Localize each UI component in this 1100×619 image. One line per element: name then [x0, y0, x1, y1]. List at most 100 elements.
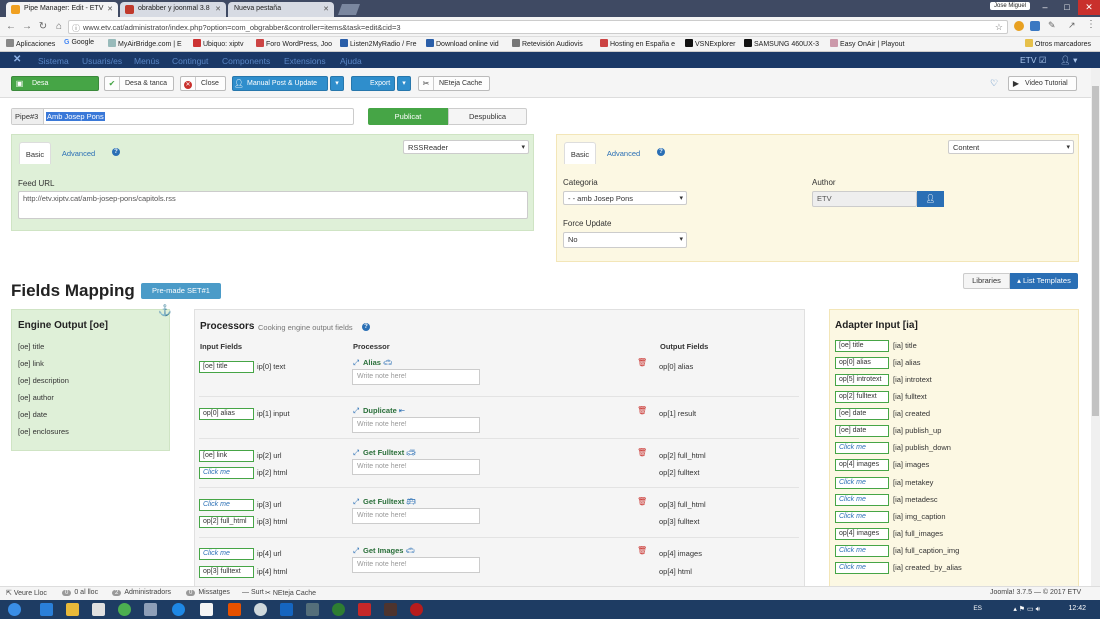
pipe-title-input[interactable]: Amb Josep Pons: [46, 112, 105, 121]
adapter-field-slot[interactable]: Click me: [835, 562, 889, 574]
bookmark-google[interactable]: G Google: [64, 39, 94, 46]
browser-tab-new[interactable]: Nueva pestaña ✕: [228, 2, 334, 17]
save-close-button[interactable]: ✔ Desa & tanca: [104, 76, 174, 91]
page-scrollbar[interactable]: [1091, 68, 1100, 586]
expand-icon[interactable]: ⤢: [353, 497, 359, 506]
bookmark-foro-wordpress[interactable]: Foro WordPress, Joo: [256, 39, 332, 48]
tab-basic[interactable]: Basic: [564, 142, 596, 164]
minimize-icon[interactable]: –: [1034, 0, 1056, 15]
adapter-select[interactable]: Content: [948, 140, 1074, 154]
manual-dropdown-caret[interactable]: ▾: [330, 76, 344, 91]
engine-output-item[interactable]: [oe] date: [18, 410, 47, 419]
processor-name[interactable]: ⤢ Get Fulltext 🚌︎: [353, 497, 416, 507]
bookmark-myairbridge[interactable]: MyAirBridge.com | E: [108, 39, 182, 48]
bookmark-hosting[interactable]: Hosting en España e: [600, 39, 675, 48]
extension-icon[interactable]: ↗: [1068, 20, 1076, 31]
note-input[interactable]: Write note here!: [352, 459, 480, 475]
online-users-link[interactable]: 00 al lloc: [62, 589, 98, 596]
forward-icon[interactable]: →: [20, 20, 34, 34]
folder-icon[interactable]: [66, 603, 79, 616]
expand-icon[interactable]: ⤢: [353, 448, 359, 457]
maximize-icon[interactable]: □: [1056, 0, 1078, 15]
bookmark-retevision[interactable]: Retevisión Audiovis: [512, 39, 583, 48]
adapter-field-slot[interactable]: Click me: [835, 442, 889, 454]
close-window-icon[interactable]: ✕: [1078, 0, 1100, 15]
app-icon[interactable]: [172, 603, 185, 616]
windows-start-icon[interactable]: [8, 603, 21, 616]
bookmark-easy-onair[interactable]: Easy OnAir | Playout: [830, 39, 904, 48]
bookmark-download-online[interactable]: Download online vid: [426, 39, 499, 48]
input-field-slot[interactable]: Click me: [199, 499, 254, 511]
publish-toggle[interactable]: Publicat: [368, 108, 448, 125]
adapter-field-slot[interactable]: op[4] images: [835, 459, 889, 471]
input-field-slot[interactable]: op[2] full_html: [199, 516, 254, 528]
app-icon[interactable]: [306, 603, 319, 616]
tray-icons[interactable]: ▴ ⚑ ▭ 🔊︎: [1013, 605, 1040, 614]
app-icon[interactable]: [410, 603, 423, 616]
bookmark-listen2myradio[interactable]: Listen2MyRadio / Fre: [340, 39, 417, 48]
reload-icon[interactable]: ↻: [36, 20, 50, 34]
app-icon[interactable]: [254, 603, 267, 616]
star-icon[interactable]: ☆: [995, 22, 1003, 33]
heart-icon[interactable]: ♡: [990, 78, 998, 89]
extension-icon[interactable]: [1030, 21, 1040, 31]
menu-menus[interactable]: Menús: [134, 56, 160, 66]
note-input[interactable]: Write note here!: [352, 369, 480, 385]
adapter-field-slot[interactable]: Click me: [835, 511, 889, 523]
chrome-icon[interactable]: [118, 603, 131, 616]
logout-link[interactable]: — Surt: [242, 589, 264, 596]
export-button[interactable]: Export: [351, 76, 395, 91]
site-link[interactable]: ETV ☑: [1020, 55, 1047, 66]
note-input[interactable]: Write note here!: [352, 557, 480, 573]
processor-name[interactable]: ⤢ Alias 🚗︎: [353, 358, 392, 368]
trash-icon[interactable]: 🗑︎: [637, 448, 647, 457]
adapter-field-slot[interactable]: op[2] fulltext: [835, 391, 889, 403]
input-field-slot[interactable]: Click me: [199, 548, 254, 560]
processor-name[interactable]: ⤢ Duplicate ⇤: [353, 406, 405, 416]
close-button[interactable]: ✕ Close: [180, 76, 226, 91]
menu-sistema[interactable]: Sistema: [38, 56, 69, 66]
close-icon[interactable]: ✕: [107, 5, 113, 13]
adapter-field-slot[interactable]: Click me: [835, 545, 889, 557]
libraries-button[interactable]: Libraries: [963, 273, 1010, 289]
home-icon[interactable]: ⌂: [52, 20, 66, 34]
menu-icon[interactable]: ⋮: [1086, 19, 1096, 30]
trash-icon[interactable]: 🗑︎: [637, 358, 647, 367]
expand-icon[interactable]: ⤢: [353, 546, 359, 555]
help-icon[interactable]: ?: [112, 148, 120, 156]
manual-post-update-button[interactable]: 👤︎ Manual Post & Update: [232, 76, 328, 91]
input-field-slot[interactable]: op[3] fulltext: [199, 566, 254, 578]
trash-icon[interactable]: 🗑︎: [637, 406, 647, 415]
anchor-icon[interactable]: ⚓: [158, 304, 172, 317]
administrators-link[interactable]: 2 Administradors: [112, 589, 171, 596]
url-field[interactable]: ⓘ www.etv.cat/administrator/index.php?opt…: [68, 20, 1008, 34]
input-field-slot[interactable]: [oe] title: [199, 361, 254, 373]
taskbar-clock[interactable]: 12:42: [1068, 605, 1086, 612]
help-icon[interactable]: ?: [362, 323, 370, 331]
help-icon[interactable]: ?: [657, 148, 665, 156]
unpublish-toggle[interactable]: Despublica: [448, 108, 527, 125]
expand-icon[interactable]: ⤢: [353, 406, 359, 415]
app-icon[interactable]: [200, 603, 213, 616]
export-dropdown-caret[interactable]: ▾: [397, 76, 411, 91]
tab-advanced[interactable]: Advanced: [56, 142, 101, 164]
joomla-logo-icon[interactable]: ✕: [13, 54, 21, 65]
tab-advanced[interactable]: Advanced: [601, 142, 646, 164]
menu-components[interactable]: Components: [222, 56, 270, 66]
app-icon[interactable]: [332, 603, 345, 616]
save-button[interactable]: ▣ Desa: [11, 76, 99, 91]
adapter-field-slot[interactable]: op[0] alias: [835, 357, 889, 369]
scrollbar-thumb[interactable]: [1092, 86, 1099, 416]
menu-usuaris[interactable]: Usuaris/es: [82, 56, 122, 66]
app-icon[interactable]: [358, 603, 371, 616]
app-icon[interactable]: [144, 603, 157, 616]
feed-url-input[interactable]: http://etv.xiptv.cat/amb-josep-pons/capi…: [18, 191, 528, 219]
engine-output-item[interactable]: [oe] description: [18, 376, 69, 385]
close-icon[interactable]: ✕: [323, 5, 329, 13]
adapter-field-slot[interactable]: op[4] images: [835, 528, 889, 540]
status-clean-cache-link[interactable]: ✂ NEteja Cache: [265, 589, 316, 597]
menu-contingut[interactable]: Contingut: [172, 56, 208, 66]
engine-select[interactable]: RSSReader: [403, 140, 529, 154]
extension-icon[interactable]: [1014, 21, 1024, 31]
processor-name[interactable]: ⤢ Get Images 🚗︎: [353, 546, 415, 556]
